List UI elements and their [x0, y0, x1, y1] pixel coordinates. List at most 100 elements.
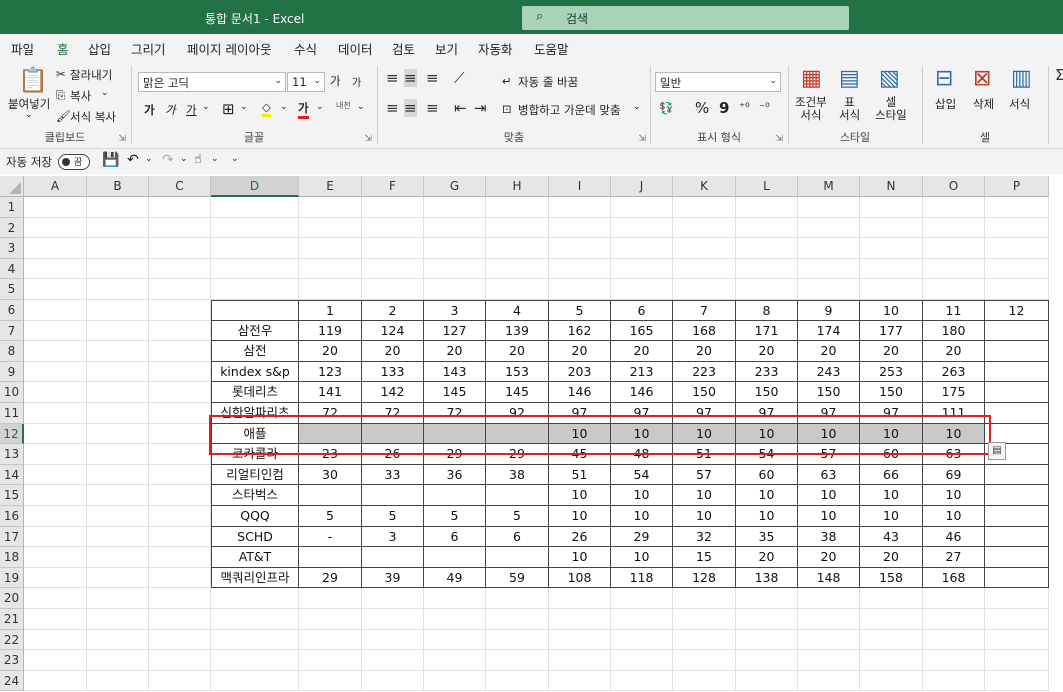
cell-l24[interactable] [736, 670, 798, 692]
cell-g10[interactable]: 145 [424, 382, 486, 403]
cell-k3[interactable] [673, 238, 736, 259]
cell-b21[interactable] [87, 609, 149, 630]
row-header-17[interactable]: 17 [0, 526, 24, 548]
cell-m3[interactable] [798, 238, 860, 259]
cell-f19[interactable]: 39 [362, 567, 424, 589]
align-center-icon[interactable]: ≡ [404, 99, 417, 117]
cell-j19[interactable]: 118 [611, 567, 673, 589]
cell-c4[interactable] [149, 258, 211, 280]
cell-n8[interactable]: 20 [860, 341, 923, 362]
cell-o9[interactable]: 263 [923, 361, 985, 383]
cell-e22[interactable] [299, 629, 362, 651]
cell-m10[interactable]: 150 [798, 382, 860, 403]
borders-icon[interactable]: ⊞ [222, 100, 235, 118]
cell-j2[interactable] [611, 217, 673, 239]
cell-g18[interactable] [424, 547, 486, 568]
cell-e7[interactable]: 119 [299, 320, 362, 342]
cell-m16[interactable]: 10 [798, 506, 860, 527]
delete-cells-icon[interactable]: ⊠ [973, 66, 991, 91]
cell-c23[interactable] [149, 650, 211, 671]
cell-i4[interactable] [549, 258, 611, 280]
cell-f16[interactable]: 5 [362, 506, 424, 527]
format-painter-button[interactable]: 서식 복사 [70, 109, 116, 125]
font-size-select[interactable]: 11 ⌄ [287, 72, 325, 92]
cell-a4[interactable] [24, 258, 87, 280]
cell-e5[interactable] [299, 279, 362, 300]
cell-d15[interactable]: 스타벅스 [211, 485, 299, 506]
save-icon[interactable]: 💾 [102, 152, 119, 168]
cell-o21[interactable] [923, 609, 985, 630]
cell-e15[interactable] [299, 485, 362, 506]
cell-p15[interactable] [985, 485, 1049, 506]
cell-g23[interactable] [424, 650, 486, 671]
cell-l15[interactable]: 10 [736, 485, 798, 506]
cell-h24[interactable] [486, 670, 549, 692]
cell-d16[interactable]: QQQ [211, 506, 299, 527]
cell-e21[interactable] [299, 609, 362, 630]
cell-i5[interactable] [549, 279, 611, 300]
column-header-f[interactable]: F [362, 176, 424, 197]
cell-j1[interactable] [611, 197, 673, 218]
cell-l9[interactable]: 233 [736, 361, 798, 383]
cell-h7[interactable]: 139 [486, 320, 549, 342]
cell-c15[interactable] [149, 485, 211, 506]
cell-p12[interactable] [985, 423, 1049, 445]
cell-k24[interactable] [673, 670, 736, 692]
autosave-toggle[interactable]: 끔 [58, 154, 90, 170]
cell-b22[interactable] [87, 629, 149, 651]
cell-c2[interactable] [149, 217, 211, 239]
tab-draw[interactable]: 그리기 [131, 39, 166, 58]
cell-c18[interactable] [149, 547, 211, 568]
cell-styles-button[interactable]: 셀 스타일 [875, 96, 907, 122]
cell-j24[interactable] [611, 670, 673, 692]
insert-cells-button[interactable]: 삽입 [935, 96, 956, 112]
cell-m20[interactable] [798, 588, 860, 609]
tab-data[interactable]: 데이터 [338, 39, 373, 58]
cell-b1[interactable] [87, 197, 149, 218]
cell-i17[interactable]: 26 [549, 526, 611, 548]
dialog-launcher-icon[interactable]: ⇲ [118, 134, 126, 144]
cell-p19[interactable] [985, 567, 1049, 589]
cell-c12[interactable] [149, 423, 211, 445]
row-header-23[interactable]: 23 [0, 650, 24, 671]
cell-d2[interactable] [211, 217, 299, 239]
cell-f4[interactable] [362, 258, 424, 280]
select-all-button[interactable] [0, 176, 24, 197]
chevron-down-icon[interactable]: ⌄ [202, 102, 210, 112]
cell-m1[interactable] [798, 197, 860, 218]
cell-l6[interactable]: 8 [736, 300, 798, 321]
increase-decimal-icon[interactable]: ⁺⁰ [739, 100, 750, 114]
cell-e19[interactable]: 29 [299, 567, 362, 589]
cell-i2[interactable] [549, 217, 611, 239]
cell-b7[interactable] [87, 320, 149, 342]
format-as-table-button[interactable]: 표 서식 [839, 96, 860, 122]
cell-j15[interactable]: 10 [611, 485, 673, 506]
cell-i24[interactable] [549, 670, 611, 692]
cell-styles-icon[interactable]: ▧ [879, 66, 900, 91]
cell-g7[interactable]: 127 [424, 320, 486, 342]
cell-e20[interactable] [299, 588, 362, 609]
cell-k23[interactable] [673, 650, 736, 671]
chevron-down-icon[interactable]: ⌄ [25, 110, 33, 120]
cell-f23[interactable] [362, 650, 424, 671]
row-header-7[interactable]: 7 [0, 320, 24, 342]
cell-h9[interactable]: 153 [486, 361, 549, 383]
cell-o24[interactable] [923, 670, 985, 692]
cell-o1[interactable] [923, 197, 985, 218]
row-header-14[interactable]: 14 [0, 464, 24, 486]
cell-f5[interactable] [362, 279, 424, 300]
cell-n3[interactable] [860, 238, 923, 259]
cell-d19[interactable]: 맥쿼리인프라 [211, 567, 299, 589]
cell-h19[interactable]: 59 [486, 567, 549, 589]
cell-i15[interactable]: 10 [549, 485, 611, 506]
cell-j8[interactable]: 20 [611, 341, 673, 362]
cell-c20[interactable] [149, 588, 211, 609]
dialog-launcher-icon[interactable]: ⇲ [638, 134, 646, 144]
cell-h2[interactable] [486, 217, 549, 239]
cell-m8[interactable]: 20 [798, 341, 860, 362]
cell-a9[interactable] [24, 361, 87, 383]
cell-m5[interactable] [798, 279, 860, 300]
cell-n10[interactable]: 150 [860, 382, 923, 403]
increase-indent-icon[interactable]: ⇥ [474, 99, 487, 117]
cell-o8[interactable]: 20 [923, 341, 985, 362]
